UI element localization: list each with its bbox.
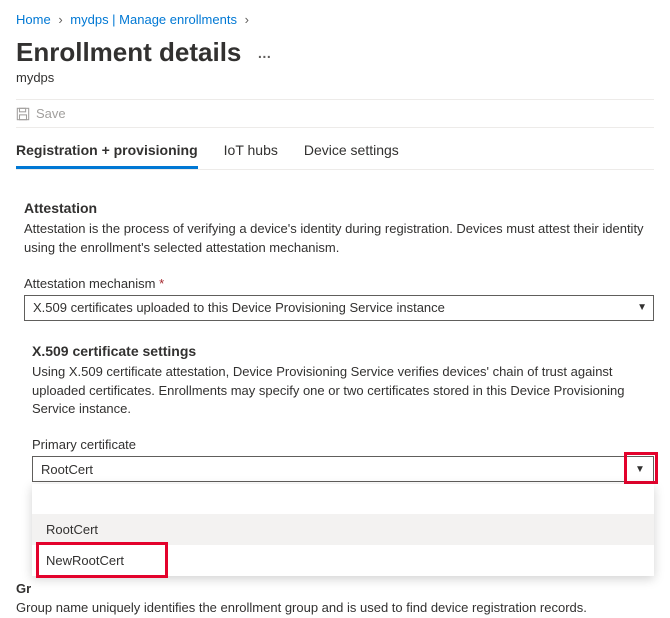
- tab-device-settings[interactable]: Device settings: [304, 142, 399, 169]
- more-icon[interactable]: …: [257, 45, 272, 61]
- chevron-right-icon: ›: [245, 12, 249, 27]
- primary-certificate-value: RootCert: [41, 462, 93, 477]
- page-title: Enrollment details …: [16, 37, 654, 68]
- group-name-description: Group name uniquely identifies the enrol…: [16, 600, 587, 615]
- chevron-right-icon: ›: [58, 12, 62, 27]
- dropdown-option-rootcert[interactable]: RootCert: [32, 514, 654, 545]
- primary-certificate-select[interactable]: RootCert: [32, 456, 626, 482]
- breadcrumb-dps[interactable]: mydps | Manage enrollments: [70, 12, 237, 27]
- dropdown-option-newrootcert[interactable]: NewRootCert: [32, 545, 654, 576]
- tab-iot-hubs[interactable]: IoT hubs: [224, 142, 278, 169]
- primary-certificate-dropdown: RootCert NewRootCert: [32, 484, 654, 576]
- chevron-down-icon: ▼: [637, 302, 647, 313]
- page-subtitle: mydps: [16, 70, 654, 85]
- primary-certificate-chevron[interactable]: ▼: [626, 456, 654, 482]
- breadcrumb: Home › mydps | Manage enrollments ›: [16, 12, 654, 27]
- primary-certificate-label: Primary certificate: [32, 437, 654, 452]
- save-button[interactable]: Save: [36, 106, 66, 121]
- attestation-description: Attestation is the process of verifying …: [24, 220, 654, 258]
- breadcrumb-home[interactable]: Home: [16, 12, 51, 27]
- x509-settings-description: Using X.509 certificate attestation, Dev…: [32, 363, 654, 420]
- toolbar: Save: [16, 99, 654, 128]
- attestation-mechanism-select[interactable]: X.509 certificates uploaded to this Devi…: [24, 295, 654, 321]
- save-icon: [16, 107, 30, 121]
- attestation-mechanism-value: X.509 certificates uploaded to this Devi…: [33, 300, 445, 315]
- chevron-down-icon: ▼: [635, 464, 645, 475]
- group-name-heading: Gr: [16, 581, 31, 596]
- attestation-mechanism-label: Attestation mechanism *: [24, 276, 654, 291]
- tab-registration-provisioning[interactable]: Registration + provisioning: [16, 142, 198, 169]
- attestation-heading: Attestation: [24, 200, 654, 216]
- x509-settings-heading: X.509 certificate settings: [32, 343, 654, 359]
- tabs: Registration + provisioning IoT hubs Dev…: [16, 142, 654, 170]
